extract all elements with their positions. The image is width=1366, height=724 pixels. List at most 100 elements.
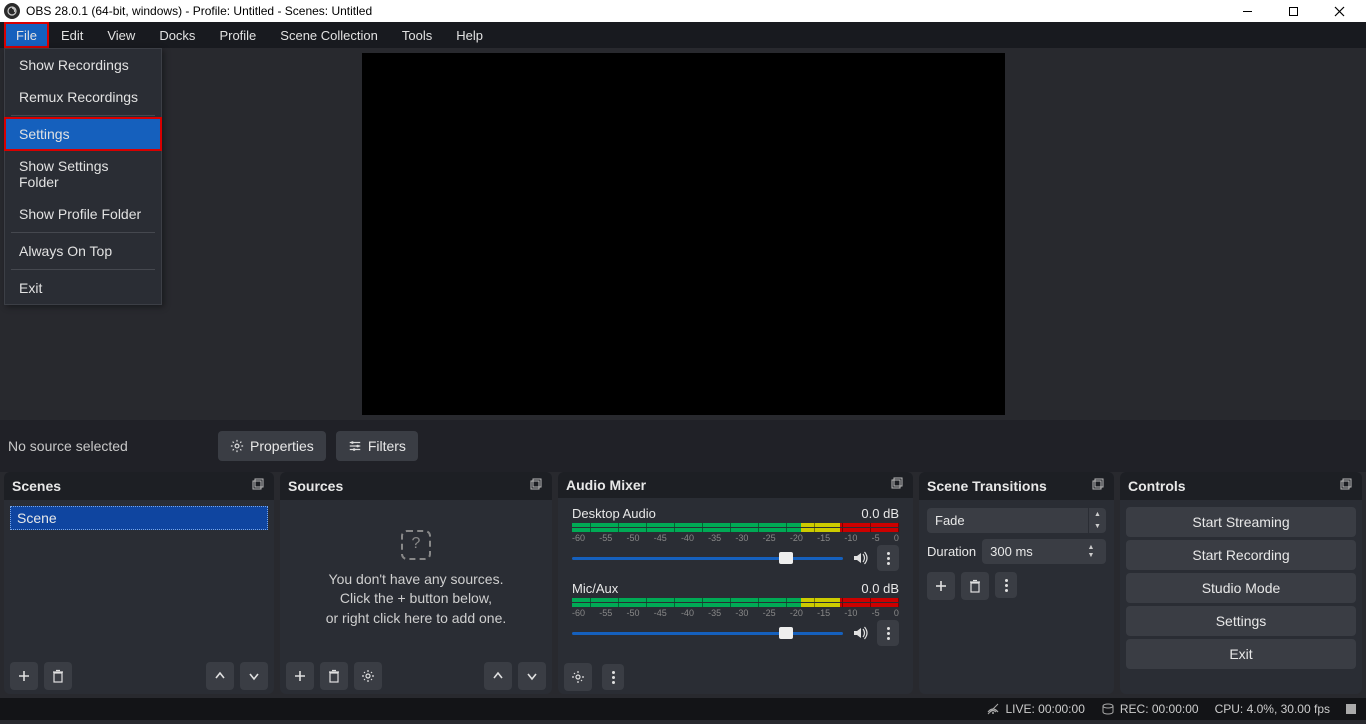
close-button[interactable] — [1316, 0, 1362, 22]
add-source-button[interactable] — [286, 662, 314, 690]
file-menu-dropdown: Show Recordings Remux Recordings Setting… — [4, 48, 162, 305]
filters-label: Filters — [368, 438, 406, 454]
transition-spinbox[interactable]: ▲▼ — [1088, 508, 1106, 533]
dock-popout-icon[interactable] — [1338, 478, 1354, 494]
menu-help[interactable]: Help — [444, 22, 495, 48]
dock-popout-icon[interactable] — [889, 477, 905, 493]
menubar: File Edit View Docks Profile Scene Colle… — [0, 22, 1366, 48]
mixer-channel: Desktop Audio 0.0 dB -60-55-50-45-40-35-… — [564, 504, 907, 579]
filters-button[interactable]: Filters — [336, 431, 418, 461]
network-icon — [986, 702, 1000, 716]
menu-scene-collection[interactable]: Scene Collection — [268, 22, 390, 48]
speaker-icon[interactable] — [851, 549, 869, 567]
preview-canvas[interactable] — [362, 53, 1005, 415]
duration-input[interactable]: 300 ms ▲▼ — [982, 539, 1106, 564]
file-menu-show-settings-folder[interactable]: Show Settings Folder — [5, 150, 161, 198]
cpu-status: CPU: 4.0%, 30.00 fps — [1215, 702, 1330, 716]
duration-spinbox[interactable]: ▲▼ — [1084, 544, 1098, 559]
menu-separator — [11, 115, 155, 116]
scenes-title: Scenes — [12, 478, 61, 494]
move-scene-down-button[interactable] — [240, 662, 268, 690]
source-properties-button[interactable] — [354, 662, 382, 690]
channel-name: Mic/Aux — [572, 581, 618, 596]
volume-slider[interactable] — [572, 632, 843, 635]
menu-view[interactable]: View — [95, 22, 147, 48]
preview-area — [0, 48, 1366, 420]
move-source-down-button[interactable] — [518, 662, 546, 690]
mixer-title: Audio Mixer — [566, 477, 646, 493]
channel-name: Desktop Audio — [572, 506, 656, 521]
transitions-title: Scene Transitions — [927, 478, 1047, 494]
menu-edit[interactable]: Edit — [49, 22, 95, 48]
transition-menu-button[interactable] — [995, 572, 1017, 598]
mixer-channel: Mic/Aux 0.0 dB -60-55-50-45-40-35-30-25-… — [564, 579, 907, 654]
audio-meter — [572, 603, 899, 607]
stream-health-icon — [1346, 704, 1356, 714]
speaker-icon[interactable] — [851, 624, 869, 642]
channel-menu-button[interactable] — [877, 620, 899, 646]
mixer-menu-button[interactable] — [602, 664, 624, 690]
scenes-panel: Scenes Scene — [4, 472, 274, 694]
maximize-button[interactable] — [1270, 0, 1316, 22]
menu-docks[interactable]: Docks — [147, 22, 207, 48]
file-menu-settings[interactable]: Settings — [5, 118, 161, 150]
live-status: LIVE: 00:00:00 — [1005, 702, 1084, 716]
controls-panel: Controls Start Streaming Start Recording… — [1120, 472, 1362, 694]
sources-panel: Sources ? You don't have any sources. Cl… — [280, 472, 552, 694]
transition-current: Fade — [927, 508, 1088, 533]
volume-slider[interactable] — [572, 557, 843, 560]
meter-ticks: -60-55-50-45-40-35-30-25-20-15-10-50 — [572, 533, 899, 543]
properties-button[interactable]: Properties — [218, 431, 326, 461]
panels: Scenes Scene Sources ? You don't have an… — [0, 472, 1366, 698]
file-menu-show-profile-folder[interactable]: Show Profile Folder — [5, 198, 161, 230]
settings-button[interactable]: Settings — [1126, 606, 1356, 636]
minimize-button[interactable] — [1224, 0, 1270, 22]
source-toolbar: No source selected Properties Filters — [0, 420, 1366, 472]
audio-meter — [572, 528, 899, 532]
meter-ticks: -60-55-50-45-40-35-30-25-20-15-10-50 — [572, 608, 899, 618]
exit-button[interactable]: Exit — [1126, 639, 1356, 669]
transition-select[interactable]: Fade ▲▼ — [927, 508, 1106, 533]
scene-item[interactable]: Scene — [10, 506, 268, 530]
dock-popout-icon[interactable] — [250, 478, 266, 494]
transitions-panel: Scene Transitions Fade ▲▼ Duration 300 m… — [919, 472, 1114, 694]
file-menu-remux-recordings[interactable]: Remux Recordings — [5, 81, 161, 113]
dock-popout-icon[interactable] — [528, 478, 544, 494]
channel-menu-button[interactable] — [877, 545, 899, 571]
duration-value: 300 ms — [990, 544, 1033, 559]
channel-level: 0.0 dB — [861, 581, 899, 596]
menu-tools[interactable]: Tools — [390, 22, 444, 48]
audio-mixer-panel: Audio Mixer Desktop Audio 0.0 dB -60-55-… — [558, 472, 913, 694]
studio-mode-button[interactable]: Studio Mode — [1126, 573, 1356, 603]
dock-popout-icon[interactable] — [1090, 478, 1106, 494]
mixer-advanced-button[interactable] — [564, 663, 592, 691]
empty-line-3: or right click here to add one. — [326, 609, 507, 629]
gear-icon — [230, 439, 244, 453]
app-logo — [4, 3, 20, 19]
menu-profile[interactable]: Profile — [207, 22, 268, 48]
file-menu-exit[interactable]: Exit — [5, 272, 161, 304]
sources-empty-state[interactable]: ? You don't have any sources. Click the … — [286, 506, 546, 652]
file-menu-always-on-top[interactable]: Always On Top — [5, 235, 161, 267]
remove-scene-button[interactable] — [44, 662, 72, 690]
empty-line-2: Click the + button below, — [340, 589, 492, 609]
disk-icon — [1101, 702, 1115, 716]
filters-icon — [348, 439, 362, 453]
start-recording-button[interactable]: Start Recording — [1126, 540, 1356, 570]
statusbar: LIVE: 00:00:00 REC: 00:00:00 CPU: 4.0%, … — [0, 698, 1366, 720]
controls-title: Controls — [1128, 478, 1186, 494]
remove-transition-button[interactable] — [961, 572, 989, 600]
properties-label: Properties — [250, 438, 314, 454]
remove-source-button[interactable] — [320, 662, 348, 690]
move-source-up-button[interactable] — [484, 662, 512, 690]
audio-meter — [572, 598, 899, 602]
add-scene-button[interactable] — [10, 662, 38, 690]
menu-file[interactable]: File — [4, 22, 49, 48]
move-scene-up-button[interactable] — [206, 662, 234, 690]
menu-separator — [11, 269, 155, 270]
add-transition-button[interactable] — [927, 572, 955, 600]
start-streaming-button[interactable]: Start Streaming — [1126, 507, 1356, 537]
audio-meter — [572, 523, 899, 527]
titlebar: OBS 28.0.1 (64-bit, windows) - Profile: … — [0, 0, 1366, 22]
file-menu-show-recordings[interactable]: Show Recordings — [5, 49, 161, 81]
